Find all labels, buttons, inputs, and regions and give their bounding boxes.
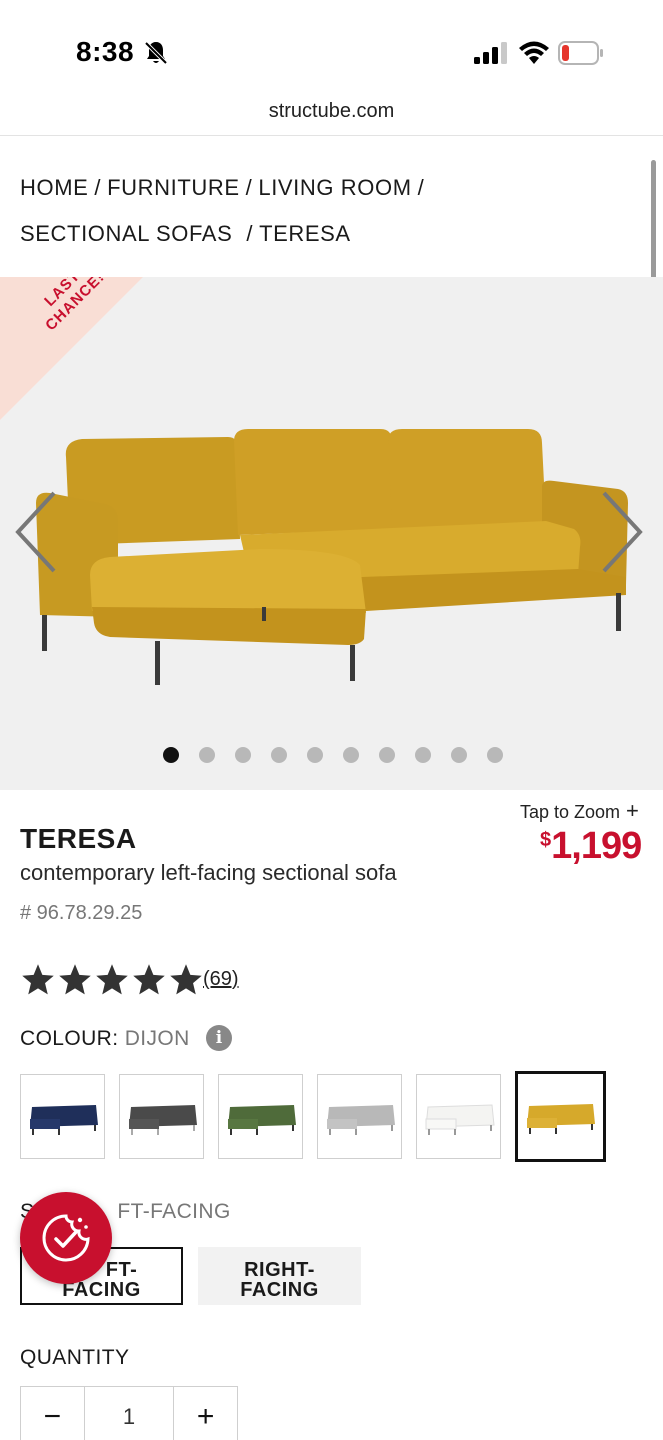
pagination-dot[interactable] (343, 747, 359, 763)
sofa-thumbnail-icon (228, 1105, 296, 1135)
battery-low-icon (558, 41, 603, 65)
pagination-dot[interactable] (235, 747, 251, 763)
breadcrumb-current: TERESA (259, 221, 351, 246)
bell-slash-icon (144, 41, 168, 65)
swatch-green[interactable] (218, 1074, 303, 1159)
sofa-thumbnail-icon (425, 1104, 495, 1135)
side-value: FT-FACING (117, 1200, 231, 1223)
colour-value: DIJON (124, 1027, 190, 1050)
breadcrumb-separator: / (246, 221, 254, 246)
signal-icon (474, 42, 507, 64)
pagination-dot[interactable] (271, 747, 287, 763)
star-rating[interactable] (20, 962, 204, 998)
sofa-thumbnail-icon (30, 1105, 98, 1135)
cookie-consent-button[interactable] (20, 1192, 112, 1284)
breadcrumb-furniture[interactable]: FURNITURE (107, 175, 240, 200)
url-bar[interactable]: structube.com (0, 100, 663, 123)
breadcrumb-sectional-sofas[interactable]: SECTIONAL SOFAS (20, 221, 232, 246)
breadcrumb-separator: / (417, 175, 425, 200)
star-icon (133, 964, 165, 995)
plus-icon: + (626, 798, 639, 823)
review-count-link[interactable]: (69) (203, 968, 239, 991)
product-price: $1,199 (540, 825, 642, 868)
swatch-charcoal[interactable] (119, 1074, 204, 1159)
quantity-increase-button[interactable]: + (174, 1387, 237, 1440)
gallery-pagination (0, 747, 663, 763)
sofa-thumbnail-icon (527, 1104, 595, 1134)
product-description: contemporary left-facing sectional sofa (20, 860, 397, 885)
chevron-right-icon[interactable] (600, 489, 644, 575)
star-icon (59, 964, 91, 995)
pagination-dot[interactable] (199, 747, 215, 763)
quantity-decrease-button[interactable]: − (21, 1387, 84, 1440)
pagination-dot[interactable] (487, 747, 503, 763)
status-time: 8:38 (76, 36, 135, 67)
sofa-thumbnail-icon (129, 1105, 197, 1135)
colour-swatches (20, 1071, 606, 1162)
info-icon[interactable]: i (206, 1025, 232, 1051)
wifi-icon (519, 41, 549, 64)
swatch-dijon[interactable] (515, 1071, 606, 1162)
pagination-dot[interactable] (163, 747, 179, 763)
breadcrumb-home[interactable]: HOME (20, 175, 88, 200)
product-sku: # 96.78.29.25 (20, 902, 143, 924)
product-name: TERESA (20, 823, 137, 854)
sofa-thumbnail-icon (327, 1105, 395, 1135)
quantity-stepper: − 1 + (20, 1386, 238, 1440)
pagination-dot[interactable] (379, 747, 395, 763)
tap-to-zoom-label: Tap to Zoom (520, 802, 621, 822)
pagination-dot[interactable] (415, 747, 431, 763)
swatch-white[interactable] (416, 1074, 501, 1159)
cookie-check-icon (42, 1214, 90, 1262)
tap-to-zoom[interactable]: Tap to Zoom + (520, 798, 639, 824)
breadcrumb: HOME / FURNITURE / LIVING ROOM / SECTIONAL SO… (20, 165, 640, 257)
swatch-light-grey[interactable] (317, 1074, 402, 1159)
star-icon (96, 964, 128, 995)
status-bar: 8:38 (0, 0, 663, 96)
pagination-dot[interactable] (451, 747, 467, 763)
colour-label: COLOUR: DIJON (20, 1027, 190, 1050)
quantity-input[interactable]: 1 (83, 1387, 175, 1440)
star-icon (170, 964, 202, 995)
breadcrumb-living-room[interactable]: LIVING ROOM (258, 175, 411, 200)
quantity-label: QUANTITY (20, 1346, 130, 1369)
right-facing-option[interactable]: RIGHT- FACING (198, 1247, 361, 1305)
price-value: 1,199 (551, 825, 642, 867)
product-gallery[interactable]: LAST CHANCE! (0, 277, 663, 790)
pagination-dot[interactable] (307, 747, 323, 763)
divider (0, 135, 663, 136)
star-icon (22, 964, 54, 995)
chevron-left-icon[interactable] (14, 489, 58, 575)
breadcrumb-separator: / (94, 175, 102, 200)
price-currency: $ (540, 829, 551, 851)
swatch-navy[interactable] (20, 1074, 105, 1159)
product-image[interactable] (30, 417, 636, 717)
breadcrumb-separator: / (245, 175, 253, 200)
